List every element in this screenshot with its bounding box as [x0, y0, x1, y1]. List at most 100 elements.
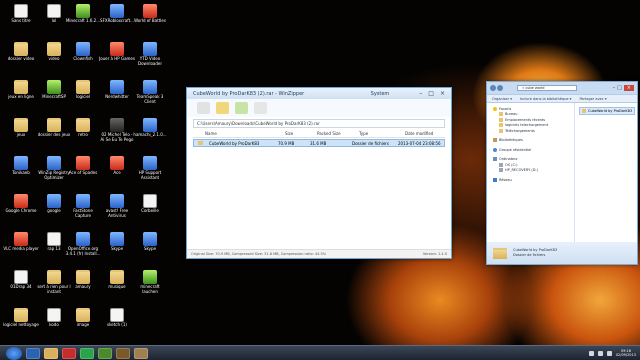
explorer-titlebar[interactable]: « cube world – □ ×: [487, 82, 637, 94]
recycle-bin-icon: [143, 194, 157, 208]
col-packed-size[interactable]: Packed Size: [305, 131, 347, 136]
share-button[interactable]: Partager avec ▾: [579, 97, 606, 101]
desktop-icon[interactable]: World of Battles: [133, 2, 167, 40]
desktop-icon[interactable]: Tonikaeb: [4, 154, 38, 192]
nav-item[interactable]: Réseau: [487, 177, 574, 183]
desktop-icon-label: logiciel nettoyage: [3, 322, 39, 327]
desktop-icon[interactable]: SFXRobloxcraft...: [100, 2, 134, 40]
settings-icon[interactable]: [254, 102, 267, 114]
battery-icon[interactable]: [606, 350, 612, 356]
document-icon: [47, 4, 61, 18]
back-icon[interactable]: [490, 85, 496, 91]
desktop-icon[interactable]: dossier video: [4, 40, 38, 78]
minecraft-icon[interactable]: [98, 347, 112, 359]
desktop-icon[interactable]: jeux: [4, 116, 38, 154]
close-icon[interactable]: ×: [440, 90, 445, 97]
archive-path-field[interactable]: C:\Users\Amaury\Downloads\CubeWorld by P…: [193, 119, 445, 128]
desktop-icon[interactable]: jeux en ligne: [4, 78, 38, 116]
desktop-icon[interactable]: Jouer à HP Games: [99, 40, 135, 78]
desktop-icon[interactable]: HP Support Assistant: [133, 154, 167, 192]
desktop-icon[interactable]: YTD Video Downloader: [133, 40, 167, 78]
maximize-icon[interactable]: □: [428, 90, 434, 97]
desktop-icon-label: Ace: [113, 170, 121, 175]
desktop-icon: [499, 112, 503, 117]
vlc-icon: [14, 232, 28, 246]
new-archive-icon[interactable]: [197, 102, 210, 114]
forward-icon[interactable]: [497, 85, 503, 91]
desktop-icon[interactable]: hamachi_2.1.0...: [133, 116, 167, 154]
explorer-window[interactable]: « cube world – □ × Organiser ▾ Inclure d…: [486, 81, 638, 265]
col-size[interactable]: Size: [273, 131, 305, 136]
winzipper-window[interactable]: CubeWorld by ProDarK83 (2).rar - WinZipp…: [186, 87, 452, 259]
desktop-icon[interactable]: VLC media player: [3, 230, 39, 268]
desktop-icon[interactable]: Ace of Spades: [66, 154, 100, 192]
close-icon[interactable]: ×: [623, 85, 634, 91]
col-name[interactable]: Name: [193, 131, 273, 136]
desktop-icon[interactable]: logiciel: [66, 78, 100, 116]
app-icon: [110, 80, 124, 94]
navigation-pane: Favoris Bureau Emplacements récents logicie…: [487, 103, 575, 242]
status-text: Original Size: 70.9 MB, Compressed Size:…: [191, 252, 327, 256]
desktop-icon[interactable]: Google Chrome: [4, 192, 38, 230]
desktop-icon[interactable]: amaury: [66, 268, 100, 306]
desktop-icon[interactable]: musique: [100, 268, 134, 306]
desktop-icon-label: Ace of Spades: [68, 170, 98, 175]
desktop-icon[interactable]: Skype: [100, 230, 134, 268]
volume-icon[interactable]: [597, 350, 603, 356]
desktop-icon[interactable]: Clownfish: [66, 40, 100, 78]
desktop-icon[interactable]: image: [66, 306, 100, 344]
clock[interactable]: 09:16 02/09/2013: [616, 349, 636, 358]
network-icon: [493, 177, 497, 182]
network-icon[interactable]: [588, 350, 594, 356]
desktop-icon[interactable]: TeamSpeak 3 Client: [133, 78, 167, 116]
col-type[interactable]: Type: [347, 131, 393, 136]
desktop-icon[interactable]: OpenOffice.org 3.4.1 (fr) Install...: [66, 230, 100, 268]
minimize-icon[interactable]: –: [613, 85, 616, 91]
explorer-icon[interactable]: [44, 347, 58, 359]
desktop-icon[interactable]: avast! Free Antivirus: [100, 192, 134, 230]
desktop-icon[interactable]: minecraft lauchen: [133, 268, 167, 306]
desktop-icon[interactable]: 02 Michel Telo - Ai Se Eu Te Pego: [100, 116, 134, 154]
desktop-icon[interactable]: retro: [66, 116, 100, 154]
desktop-icon-label: logiciel: [75, 94, 91, 99]
ie-icon[interactable]: [26, 347, 40, 359]
col-date-modified[interactable]: Date modified: [393, 131, 443, 136]
organize-button[interactable]: Organiser ▾: [492, 97, 512, 101]
row-name-cell: CubeWorld by ProDarK83: [194, 141, 274, 146]
nav-item-label: Emplacements récents: [505, 117, 546, 122]
desktop-icon[interactable]: logiciel nettoyage: [3, 306, 39, 344]
open-archive-icon[interactable]: [216, 102, 229, 114]
folder-icon: [14, 80, 28, 94]
nav-item-label: Téléchargements: [505, 128, 535, 133]
folder-icon: [76, 80, 90, 94]
desktop-icon[interactable]: Nerdwhitter: [100, 78, 134, 116]
desktop-icons: Sans titre lol Minecraft 1.6.2... SFXRoblox…: [0, 0, 167, 345]
winzipper-titlebar[interactable]: CubeWorld by ProDarK83 (2).rar - WinZipp…: [187, 88, 451, 99]
address-bar[interactable]: « cube world: [517, 85, 577, 91]
file-item[interactable]: CubeWorld by ProDarK83: [579, 107, 636, 115]
app-icon: [76, 194, 90, 208]
include-library-button[interactable]: Inclure dans la bibliothèque ▾: [520, 97, 571, 101]
media-player-icon[interactable]: [62, 347, 76, 359]
desktop-icon[interactable]: Skype: [133, 230, 167, 268]
star-icon: [493, 106, 497, 111]
folder-icon[interactable]: [134, 347, 148, 359]
desktop-icon[interactable]: Sans titre: [4, 2, 38, 40]
desktop-icon-label: HP Support Assistant: [138, 170, 162, 180]
desktop-icon[interactable]: Ace: [100, 154, 134, 192]
status-bar: Original Size: 70.9 MB, Compressed Size:…: [187, 249, 451, 258]
system-menu[interactable]: System: [371, 91, 390, 97]
table-row[interactable]: CubeWorld by ProDarK83 70.9 MB 31.6 MB D…: [193, 139, 445, 147]
desktop-icon[interactable]: 01Drap 34: [4, 268, 38, 306]
chrome-icon[interactable]: [80, 347, 94, 359]
maximize-icon[interactable]: □: [617, 85, 622, 91]
desktop-icon[interactable]: FastStone Capture: [66, 192, 100, 230]
winzipper-icon[interactable]: [116, 347, 130, 359]
start-button[interactable]: [6, 346, 22, 360]
desktop-icon[interactable]: Corbeille: [133, 192, 167, 230]
minimize-icon[interactable]: –: [419, 90, 422, 97]
drive-icon: [499, 168, 503, 173]
desktop-icon[interactable]: sketch (1): [100, 306, 134, 344]
desktop-icon[interactable]: Minecraft 1.6.2...: [66, 2, 100, 40]
extract-icon[interactable]: [235, 102, 248, 114]
